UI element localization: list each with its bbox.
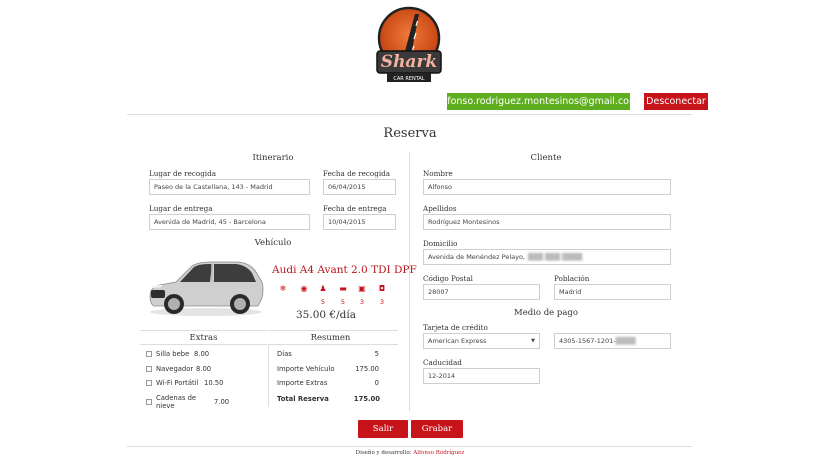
extra-label: Silla bebe: [156, 350, 190, 358]
summary-vline: [268, 345, 269, 407]
extra-price: 7.00: [214, 398, 230, 406]
address-redacted: ███ ███ ████: [528, 253, 583, 261]
address-label: Domicilio: [423, 239, 458, 248]
card-label: Tarjeta de crédito: [423, 323, 488, 332]
svg-text:CAR RENTAL: CAR RENTAL: [393, 76, 424, 82]
gps-icon: ◉: [300, 283, 308, 293]
dropoff-label: Lugar de entrega: [149, 204, 213, 213]
bags-value: 3: [379, 298, 385, 306]
extra-checkbox[interactable]: [146, 366, 152, 372]
city-input[interactable]: Madrid: [554, 284, 671, 300]
extras-divider-2: [140, 344, 267, 345]
summary-value-total: 175.00: [353, 395, 380, 403]
vehicle-heading: Vehículo: [254, 238, 292, 248]
extra-row[interactable]: Silla bebe 8.00: [146, 350, 209, 358]
extra-checkbox[interactable]: [146, 399, 152, 405]
name-input[interactable]: Alfonso: [423, 179, 671, 195]
extra-checkbox[interactable]: [146, 380, 152, 386]
extra-label: Wi-Fi Portátil: [156, 379, 199, 387]
city-label: Población: [554, 274, 590, 283]
payment-heading: Medio de pago: [514, 308, 578, 318]
extra-label: Navegador: [156, 365, 194, 373]
pickup-date-input[interactable]: 06/04/2015: [323, 179, 396, 195]
header-divider: [127, 114, 692, 115]
dropoff-date-label: Fecha de entrega: [323, 204, 387, 213]
summary-value-extras: 0: [374, 379, 379, 387]
address-value: Avenida de Menéndez Pelayo,: [428, 253, 526, 261]
surname-input[interactable]: Rodríguez Montesinos: [423, 214, 671, 230]
summary-label-days: Días: [277, 350, 292, 358]
expiry-label: Caducidad: [423, 358, 462, 367]
card-type-value: American Express: [428, 337, 487, 345]
chevron-down-icon: ▼: [531, 338, 535, 344]
summary-heading: Resumen: [310, 333, 351, 343]
footer: Diseño y desarrollo: Alfonso Rodríguez: [0, 450, 820, 456]
shark-logo: Shark CAR RENTAL: [371, 6, 447, 86]
bag-icon: ◘: [378, 283, 386, 293]
user-email-button[interactable]: alfonso.rodriguez.montesinos@gmail.com: [439, 93, 638, 110]
dropoff-input[interactable]: Avenida de Madrid, 45 - Barcelona: [149, 214, 310, 230]
footer-text: Diseño y desarrollo:: [355, 450, 412, 456]
doors-value: 5: [340, 298, 346, 306]
dropoff-date-input[interactable]: 10/04/2015: [323, 214, 396, 230]
summary-label-extras: Importe Extras: [277, 379, 328, 387]
page-title: Reserva: [383, 126, 437, 141]
summary-divider: [268, 330, 398, 331]
pickup-date-label: Fecha de recogida: [323, 169, 391, 178]
name-label: Nombre: [423, 169, 453, 178]
snowflake-icon: ❄: [279, 283, 287, 293]
postal-input[interactable]: 28007: [423, 284, 540, 300]
surname-label: Apellidos: [423, 204, 457, 213]
vehicle-price: 35.00 €/día: [296, 309, 356, 321]
suitcase-icon: ▣: [358, 283, 366, 293]
column-divider: [409, 152, 410, 411]
svg-text:Shark: Shark: [381, 52, 437, 72]
footer-divider: [127, 446, 692, 447]
itinerary-heading: Itinerario: [252, 153, 294, 163]
summary-divider-2: [268, 344, 398, 345]
summary-label-total: Total Reserva: [277, 395, 329, 403]
extra-row[interactable]: Cadenas de nieve 7.00: [146, 394, 229, 410]
save-button[interactable]: Grabar: [411, 420, 463, 438]
client-heading: Cliente: [530, 153, 562, 163]
card-type-select[interactable]: American Express ▼: [423, 333, 540, 349]
pickup-label: Lugar de recogida: [149, 169, 216, 178]
extra-price: 8.00: [194, 350, 210, 358]
extra-label: Cadenas de nieve: [156, 394, 197, 410]
car-image: [146, 254, 266, 318]
extra-price: 8.00: [196, 365, 212, 373]
door-icon: ▬: [339, 283, 347, 293]
seat-icon: ♟: [319, 283, 327, 293]
address-input[interactable]: Avenida de Menéndez Pelayo, ███ ███ ████: [423, 249, 671, 265]
extras-divider: [140, 330, 267, 331]
summary-label-vehicle: Importe Vehículo: [277, 365, 335, 373]
vehicle-name: Audi A4 Avant 2.0 TDI DPF: [272, 264, 417, 276]
exit-button[interactable]: Salir: [358, 420, 408, 438]
card-number-input[interactable]: 4305-1567-1201- ████: [554, 333, 671, 349]
card-number-redacted: ████: [615, 337, 636, 345]
extras-heading: Extras: [189, 333, 218, 343]
summary-value-days: 5: [374, 350, 379, 358]
extra-row[interactable]: Navegador 8.00: [146, 365, 211, 373]
pickup-input[interactable]: Paseo de la Castellana, 143 - Madrid: [149, 179, 310, 195]
extra-price: 10.50: [204, 379, 224, 387]
extra-checkbox[interactable]: [146, 351, 152, 357]
postal-label: Código Postal: [423, 274, 473, 283]
suitcases-value: 3: [359, 298, 365, 306]
logout-button[interactable]: Desconectar: [644, 93, 708, 110]
card-number-value: 4305-1567-1201-: [559, 337, 616, 345]
seats-value: 5: [320, 298, 326, 306]
expiry-input[interactable]: 12-2014: [423, 368, 540, 384]
footer-author-link[interactable]: Alfonso Rodríguez: [413, 450, 464, 456]
extra-row[interactable]: Wi-Fi Portátil 10.50: [146, 379, 223, 387]
summary-value-vehicle: 175.00: [355, 365, 379, 373]
